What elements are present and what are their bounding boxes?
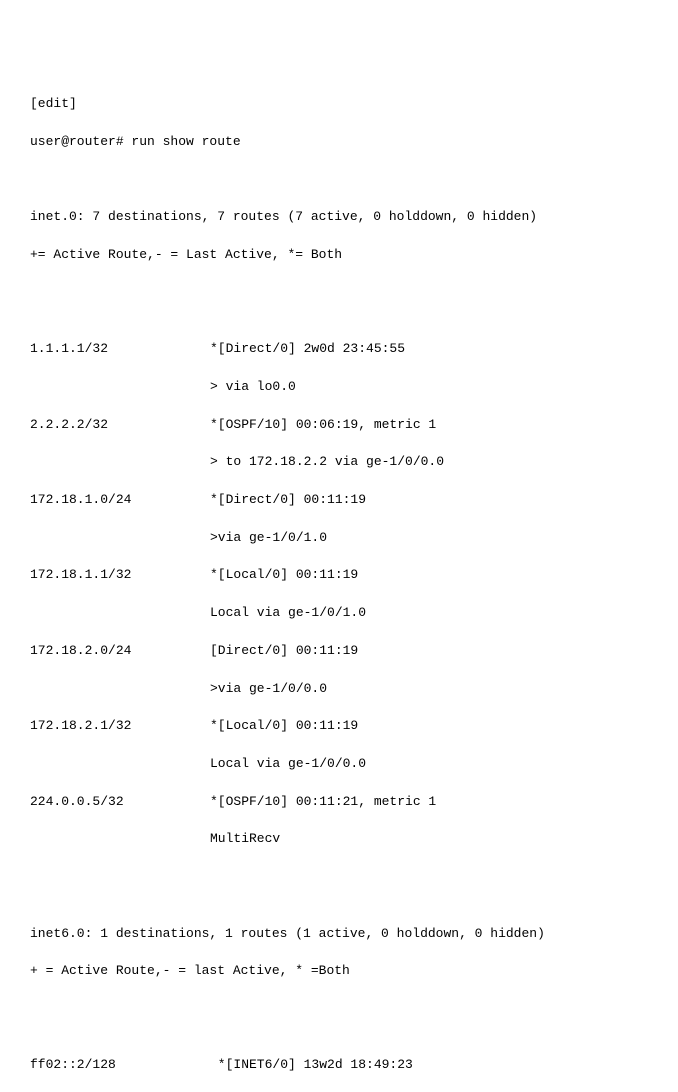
route-info: *[INET6/0] 13w2d 18:49:23 bbox=[210, 1056, 648, 1075]
route-dest: ff02::2/128 bbox=[30, 1056, 210, 1075]
route-dest: 172.18.2.0/24 bbox=[30, 642, 210, 661]
route-dest: 1.1.1.1/32 bbox=[30, 340, 210, 359]
route-info: *[OSPF/10] 00:06:19, metric 1 bbox=[210, 416, 648, 435]
route-row: ff02::2/128 *[INET6/0] 13w2d 18:49:23 bbox=[30, 1056, 648, 1075]
route-row: 224.0.0.5/32*[OSPF/10] 00:11:21, metric … bbox=[30, 793, 648, 812]
route-info: *[Local/0] 00:11:19 bbox=[210, 566, 648, 585]
route-info: [Direct/0] 00:11:19 bbox=[210, 642, 648, 661]
route-nexthop: > via lo0.0 bbox=[30, 378, 648, 397]
route-dest: 172.18.1.0/24 bbox=[30, 491, 210, 510]
route-row: 172.18.2.0/24[Direct/0] 00:11:19 bbox=[30, 642, 648, 661]
route-row: 172.18.1.1/32*[Local/0] 00:11:19 bbox=[30, 566, 648, 585]
route-info: *[Direct/0] 00:11:19 bbox=[210, 491, 648, 510]
route-dest: 2.2.2.2/32 bbox=[30, 416, 210, 435]
inet0-legend: += Active Route,- = Last Active, *= Both bbox=[30, 246, 648, 265]
cli-context: [edit] bbox=[30, 95, 648, 114]
route-nexthop: MultiRecv bbox=[30, 830, 648, 849]
blank-line bbox=[30, 171, 648, 190]
blank-line bbox=[30, 1000, 648, 1019]
route-row: 172.18.2.1/32*[Local/0] 00:11:19 bbox=[30, 717, 648, 736]
route-info: *[OSPF/10] 00:11:21, metric 1 bbox=[210, 793, 648, 812]
route-nexthop: >via ge-1/0/0.0 bbox=[30, 680, 648, 699]
route-nexthop: Local via ge-1/0/0.0 bbox=[30, 755, 648, 774]
blank-line bbox=[30, 887, 648, 906]
inet6-summary: inet6.0: 1 destinations, 1 routes (1 act… bbox=[30, 925, 648, 944]
route-dest: 224.0.0.5/32 bbox=[30, 793, 210, 812]
route-nexthop: > to 172.18.2.2 via ge-1/0/0.0 bbox=[30, 453, 648, 472]
route-dest: 172.18.2.1/32 bbox=[30, 717, 210, 736]
blank-line bbox=[30, 284, 648, 303]
route-info: *[Direct/0] 2w0d 23:45:55 bbox=[210, 340, 648, 359]
route-nexthop: Local via ge-1/0/1.0 bbox=[30, 604, 648, 623]
route-row: 1.1.1.1/32*[Direct/0] 2w0d 23:45:55 bbox=[30, 340, 648, 359]
inet0-summary: inet.0: 7 destinations, 7 routes (7 acti… bbox=[30, 208, 648, 227]
route-row: 2.2.2.2/32*[OSPF/10] 00:06:19, metric 1 bbox=[30, 416, 648, 435]
cli-prompt: user@router# run show route bbox=[30, 133, 648, 152]
route-nexthop: >via ge-1/0/1.0 bbox=[30, 529, 648, 548]
route-row: 172.18.1.0/24*[Direct/0] 00:11:19 bbox=[30, 491, 648, 510]
route-info: *[Local/0] 00:11:19 bbox=[210, 717, 648, 736]
route-dest: 172.18.1.1/32 bbox=[30, 566, 210, 585]
inet6-legend: + = Active Route,- = last Active, * =Bot… bbox=[30, 962, 648, 981]
